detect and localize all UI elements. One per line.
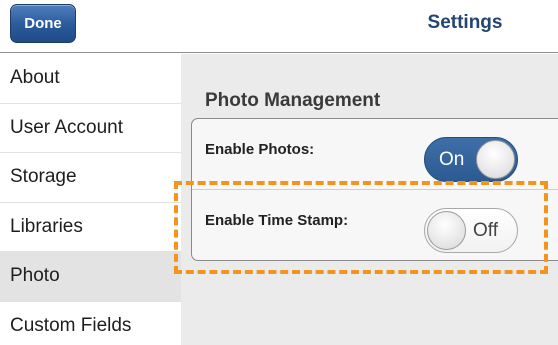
sidebar-item-about[interactable]: About (0, 54, 181, 104)
done-button[interactable]: Done (10, 4, 76, 43)
setting-row-enable-time-stamp: Enable Time Stamp: Off (192, 190, 558, 260)
sidebar-item-photo[interactable]: Photo (0, 252, 181, 302)
sidebar-item-user-account[interactable]: User Account (0, 104, 181, 153)
toggle-knob (476, 140, 515, 179)
setting-label: Enable Time Stamp: (205, 212, 349, 229)
sidebar-item-libraries[interactable]: Libraries (0, 203, 181, 252)
setting-label: Enable Photos: (205, 141, 315, 158)
sidebar: About User Account Storage Libraries Pho… (0, 54, 181, 345)
settings-group: Enable Photos: On Enable Time Stamp: Off (191, 118, 558, 261)
toggle-state-label: On (439, 149, 465, 170)
toggle-state-label: Off (473, 220, 498, 241)
sidebar-item-custom-fields[interactable]: Custom Fields (0, 302, 181, 345)
setting-row-enable-photos: Enable Photos: On (192, 119, 558, 190)
enable-time-stamp-toggle[interactable]: Off (424, 208, 518, 253)
top-bar: Done Settings (0, 0, 558, 53)
toggle-knob (427, 211, 466, 250)
main-panel: Photo Management Enable Photos: On Enabl… (181, 54, 558, 345)
page-title: Settings (427, 12, 503, 33)
enable-photos-toggle[interactable]: On (424, 137, 518, 182)
section-title: Photo Management (205, 90, 381, 111)
sidebar-item-storage[interactable]: Storage (0, 153, 181, 203)
